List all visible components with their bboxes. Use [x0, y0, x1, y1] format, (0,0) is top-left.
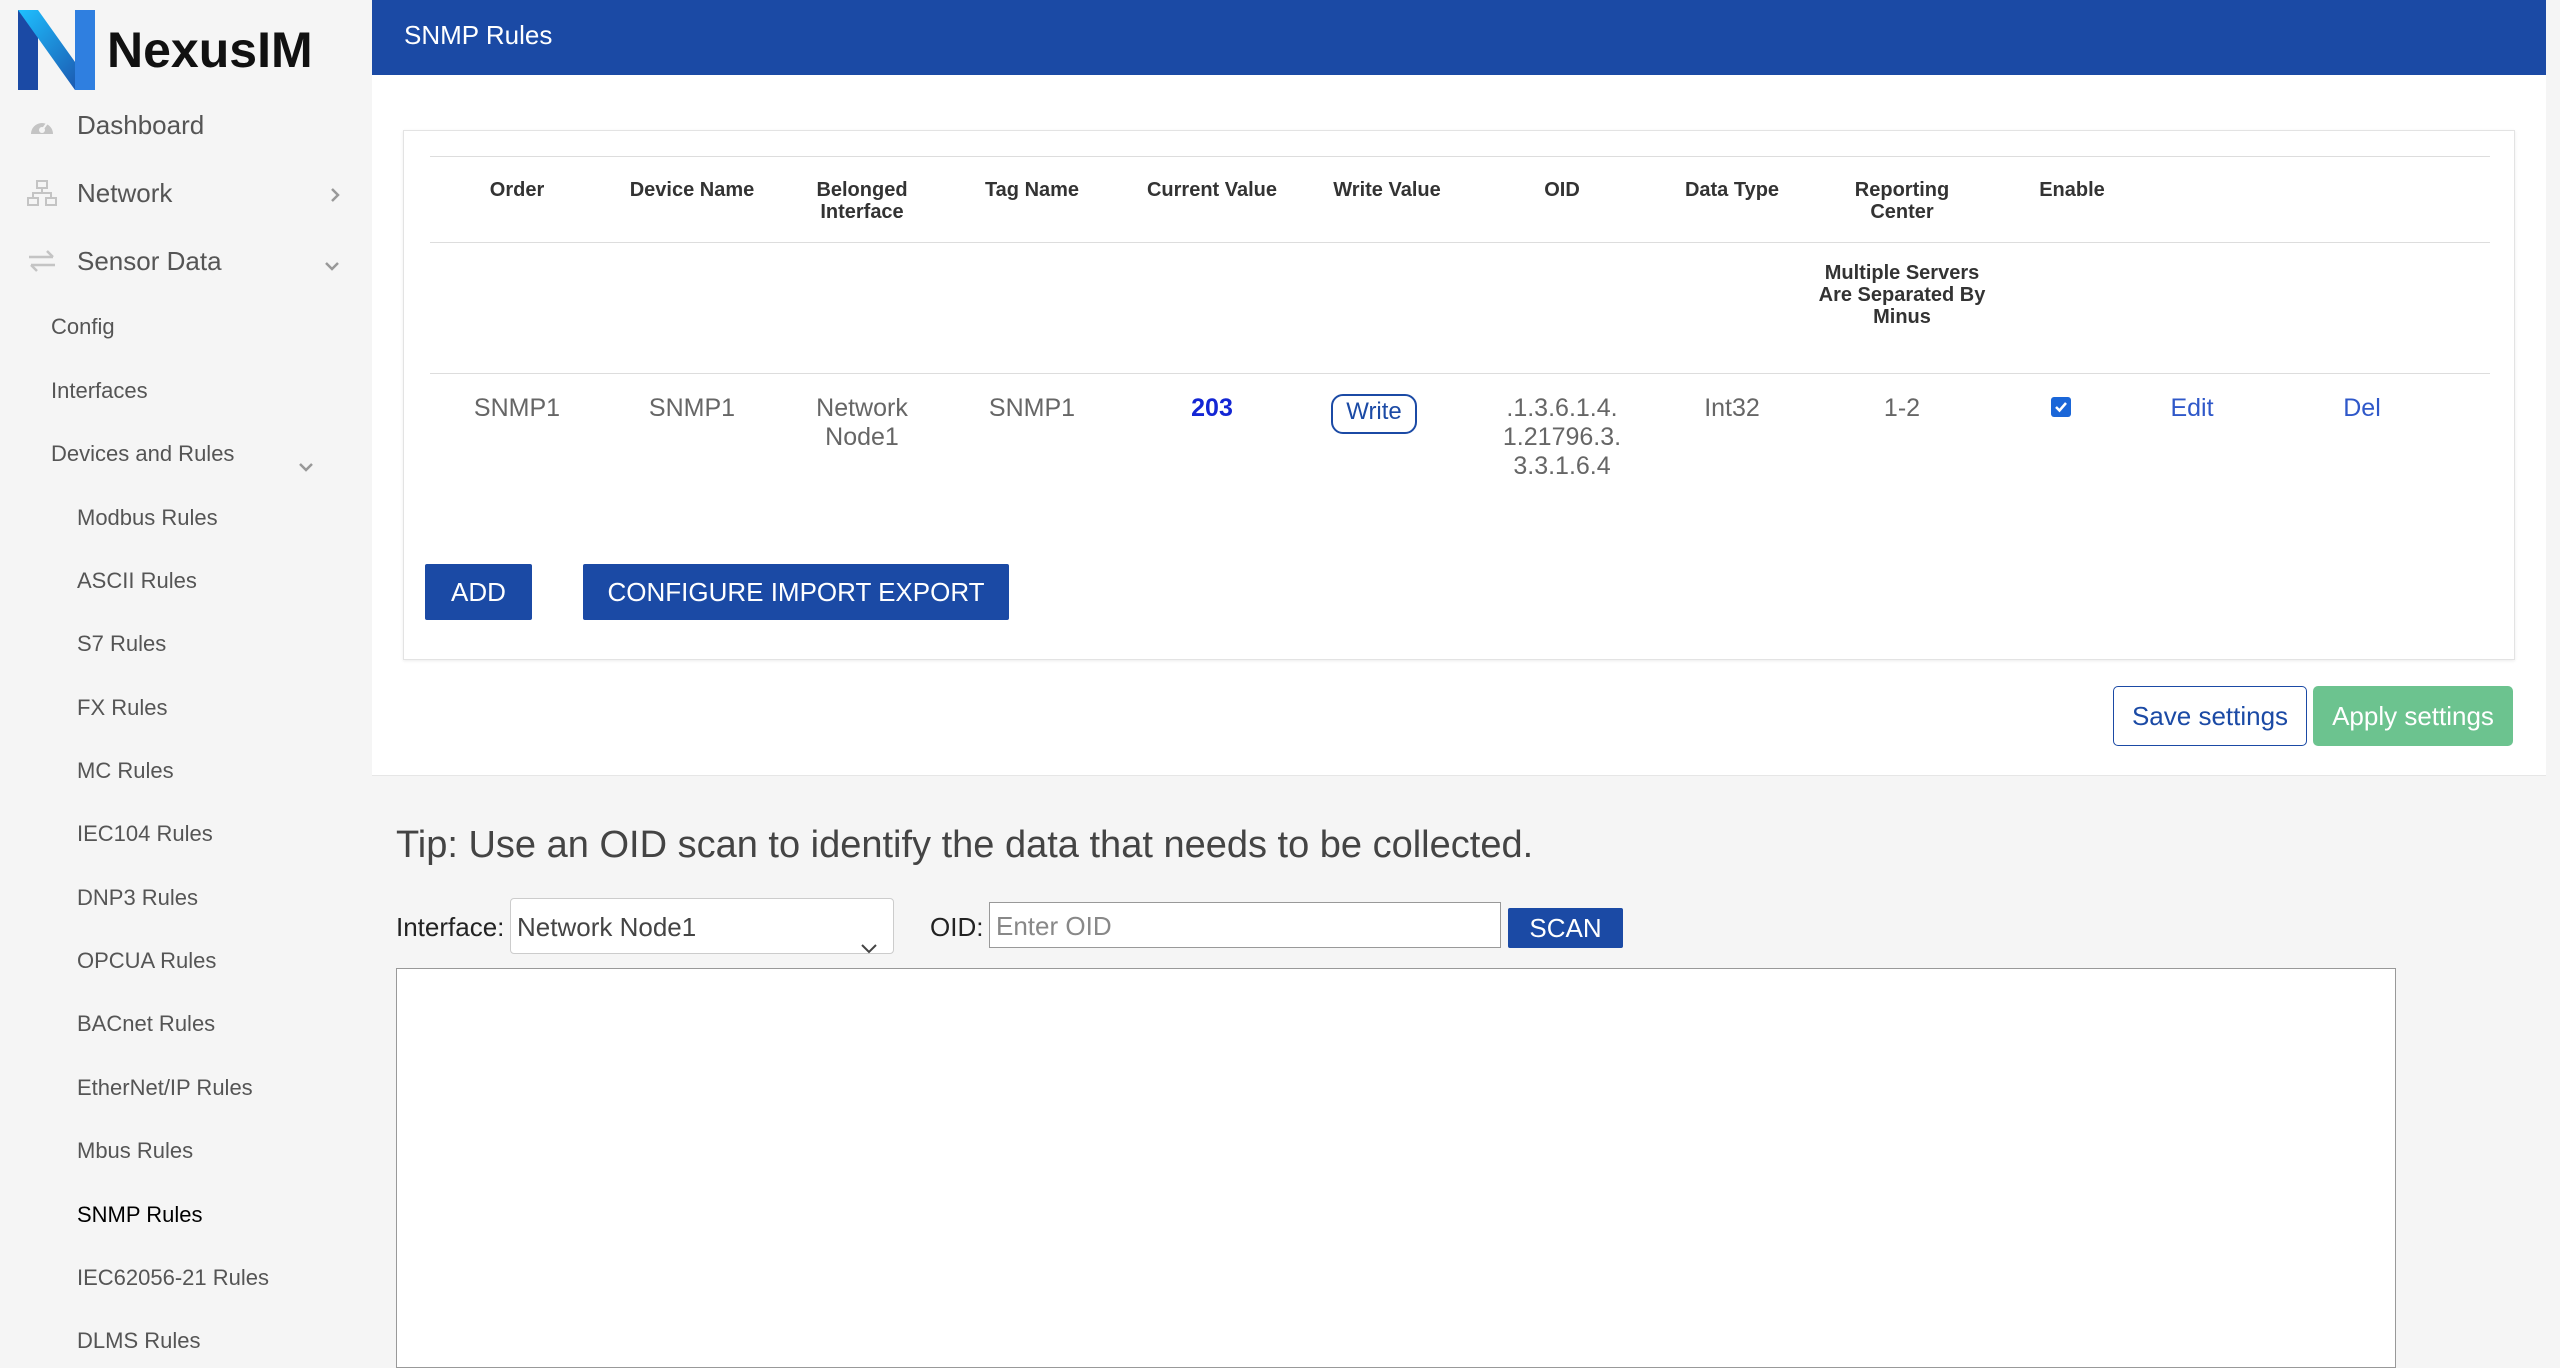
page-header: SNMP Rules — [372, 0, 2546, 75]
interface-select[interactable]: Network Node1 — [510, 898, 894, 954]
sidebar-item-modbus-rules[interactable]: Modbus Rules — [77, 498, 357, 538]
oid-input[interactable]: Enter OID — [989, 902, 1501, 948]
table-top-divider — [430, 156, 2490, 157]
column-header-tag-name: Tag Name — [984, 179, 1080, 201]
sidebar-item-opcua-rules[interactable]: OPCUA Rules — [77, 941, 357, 981]
cell-belonged-interface: Network Node1 — [816, 394, 908, 451]
brand-name: NexusIM — [107, 22, 313, 78]
column-header-belonged-interface: Belonged Interface — [816, 179, 908, 223]
configure-import-export-button[interactable]: CONFIGURE IMPORT EXPORT — [583, 564, 1009, 620]
sidebar-item-interfaces[interactable]: Interfaces — [51, 371, 351, 411]
enable-checkbox[interactable] — [2051, 397, 2071, 417]
apply-settings-button[interactable]: Apply settings — [2313, 686, 2513, 746]
sidebar-item-mc-rules[interactable]: MC Rules — [77, 751, 357, 791]
sidebar-item-label: Dashboard — [77, 109, 205, 140]
rules-table-card: Order Device Name Belonged Interface Tag… — [403, 130, 2515, 660]
save-settings-button[interactable]: Save settings — [2113, 686, 2307, 746]
cell-tag-name: SNMP1 — [988, 394, 1076, 422]
sidebar-item-label: Devices and Rules — [51, 441, 235, 466]
column-header-current-value: Current Value — [1146, 179, 1278, 201]
sidebar: NexusIM Dashboard Network Sensor Data Co… — [0, 0, 372, 1358]
chevron-right-icon — [328, 181, 342, 212]
cell-order: SNMP1 — [473, 394, 561, 422]
column-header-order: Order — [489, 179, 545, 201]
cell-current-value: 203 — [1191, 394, 1233, 422]
cell-device-name: SNMP1 — [648, 394, 736, 422]
sidebar-item-network[interactable]: Network — [0, 163, 372, 223]
nexus-logo-icon — [18, 10, 95, 90]
edit-link[interactable]: Edit — [2142, 394, 2242, 423]
column-header-write-value: Write Value — [1333, 179, 1441, 201]
sidebar-item-mbus-rules[interactable]: Mbus Rules — [77, 1131, 357, 1171]
network-icon — [27, 178, 57, 208]
sidebar-item-snmp-rules[interactable]: SNMP Rules — [77, 1195, 357, 1235]
sidebar-item-dashboard[interactable]: Dashboard — [0, 95, 372, 155]
chevron-down-icon — [297, 446, 315, 486]
column-header-reporting-center: Reporting Center — [1854, 179, 1950, 223]
interface-label: Interface: — [396, 912, 505, 942]
sidebar-item-dnp3-rules[interactable]: DNP3 Rules — [77, 878, 357, 918]
column-header-enable: Enable — [2039, 179, 2105, 201]
sidebar-item-label: Sensor Data — [77, 245, 222, 276]
write-button[interactable]: Write — [1331, 394, 1417, 434]
main-panel: Order Device Name Belonged Interface Tag… — [372, 75, 2546, 776]
sidebar-item-config[interactable]: Config — [51, 307, 351, 347]
page-title: SNMP Rules — [404, 20, 553, 50]
sidebar-item-sensor-data[interactable]: Sensor Data — [0, 231, 372, 291]
sidebar-item-bacnet-rules[interactable]: BACnet Rules — [77, 1004, 357, 1044]
delete-link[interactable]: Del — [2312, 394, 2412, 423]
oid-input-placeholder: Enter OID — [996, 911, 1112, 941]
sidebar-item-iec62056-21-rules[interactable]: IEC62056-21 Rules — [77, 1258, 357, 1298]
column-header-device-name: Device Name — [629, 179, 755, 201]
sidebar-item-iec104-rules[interactable]: IEC104 Rules — [77, 814, 357, 854]
interface-select-value: Network Node1 — [517, 912, 697, 942]
sidebar-item-fx-rules[interactable]: FX Rules — [77, 688, 357, 728]
oid-scan-tip: Tip: Use an OID scan to identify the dat… — [396, 824, 1534, 866]
sidebar-item-ethernetip-rules[interactable]: EtherNet/IP Rules — [77, 1068, 357, 1108]
oid-label: OID: — [930, 912, 984, 942]
swap-arrows-icon — [27, 246, 57, 276]
cell-reporting-center: 1-2 — [1883, 394, 1921, 422]
sidebar-item-ascii-rules[interactable]: ASCII Rules — [77, 561, 357, 601]
cell-data-type: Int32 — [1704, 394, 1760, 422]
reporting-center-note: Multiple Servers Are Separated By Minus — [1818, 262, 1986, 328]
checkmark-icon — [2055, 402, 2067, 413]
scan-results-textarea[interactable] — [396, 968, 2396, 1368]
dashboard-icon — [27, 110, 57, 140]
column-header-data-type: Data Type — [1684, 179, 1780, 201]
chevron-down-icon — [859, 919, 879, 975]
chevron-down-icon — [322, 249, 342, 280]
cell-oid: .1.3.6.1.4.1.21796.3.3.3.1.6.4 — [1502, 394, 1622, 480]
row-divider — [430, 373, 2490, 374]
sidebar-item-s7-rules[interactable]: S7 Rules — [77, 624, 357, 664]
scan-button[interactable]: SCAN — [1508, 908, 1623, 948]
sidebar-item-label: Network — [77, 177, 173, 208]
sidebar-item-dlms-rules[interactable]: DLMS Rules — [77, 1321, 357, 1358]
add-button[interactable]: ADD — [425, 564, 532, 620]
column-header-oid: OID — [1544, 179, 1580, 201]
sidebar-item-devices-and-rules[interactable]: Devices and Rules — [51, 434, 315, 474]
brand-logo[interactable]: NexusIM — [18, 10, 313, 90]
header-divider — [430, 242, 2490, 243]
